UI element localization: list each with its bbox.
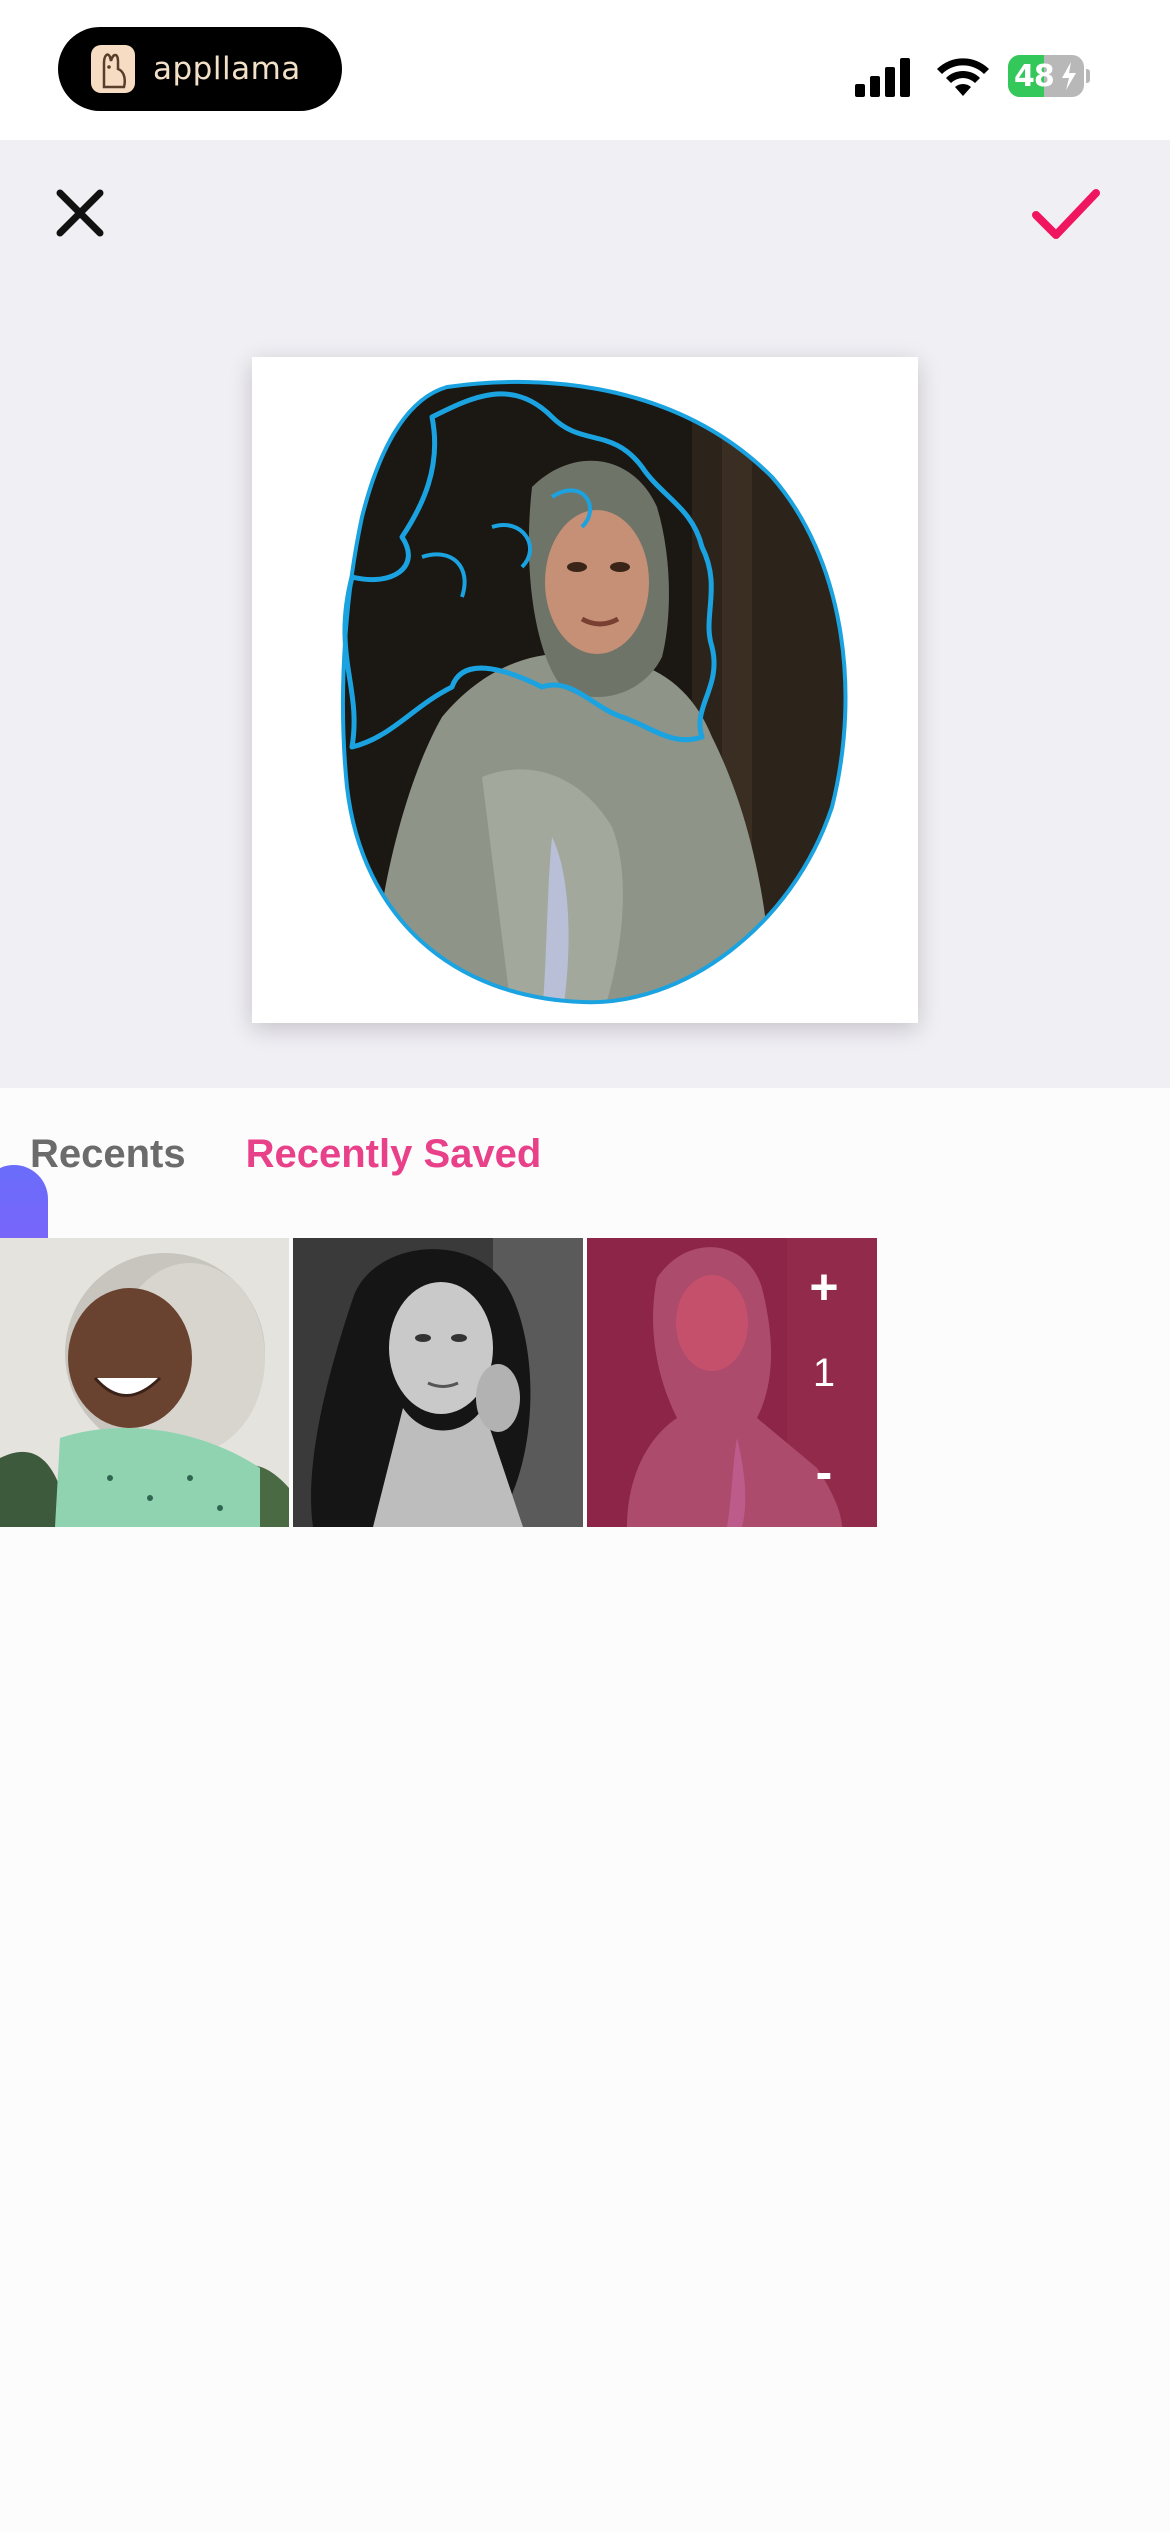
photo-source-tabs: Recents Recently Saved bbox=[30, 1132, 541, 1177]
app-badge[interactable]: appllama bbox=[58, 27, 342, 111]
increase-quantity-button[interactable]: + bbox=[794, 1258, 854, 1316]
close-icon bbox=[56, 189, 104, 237]
tab-recently-saved[interactable]: Recently Saved bbox=[246, 1132, 542, 1177]
thumbnail-photo[interactable] bbox=[293, 1238, 583, 1527]
photo-smiling-woman bbox=[0, 1238, 289, 1527]
photo-canvas[interactable] bbox=[252, 357, 918, 1023]
decrease-quantity-button[interactable]: - bbox=[794, 1443, 854, 1501]
checkmark-icon bbox=[1032, 189, 1100, 239]
photo-curly-hair-woman bbox=[293, 1238, 583, 1527]
quantity-value: 1 bbox=[812, 1351, 836, 1395]
close-button[interactable] bbox=[52, 185, 108, 241]
thumbnail-photo-selected[interactable]: + 1 - bbox=[587, 1238, 877, 1527]
llama-logo-icon bbox=[91, 45, 135, 93]
battery-charging-icon: 48 bbox=[1008, 55, 1090, 97]
battery-level: 48 bbox=[1014, 59, 1055, 94]
thumbnail-photo[interactable] bbox=[0, 1238, 289, 1527]
tab-recents[interactable]: Recents bbox=[30, 1132, 186, 1177]
wifi-icon bbox=[937, 58, 989, 96]
status-bar: appllama 48 bbox=[0, 0, 1170, 140]
confirm-button[interactable] bbox=[1030, 185, 1102, 245]
app-name: appllama bbox=[153, 51, 301, 87]
cropped-portrait-image bbox=[340, 379, 848, 1005]
signal-icon bbox=[855, 58, 910, 97]
